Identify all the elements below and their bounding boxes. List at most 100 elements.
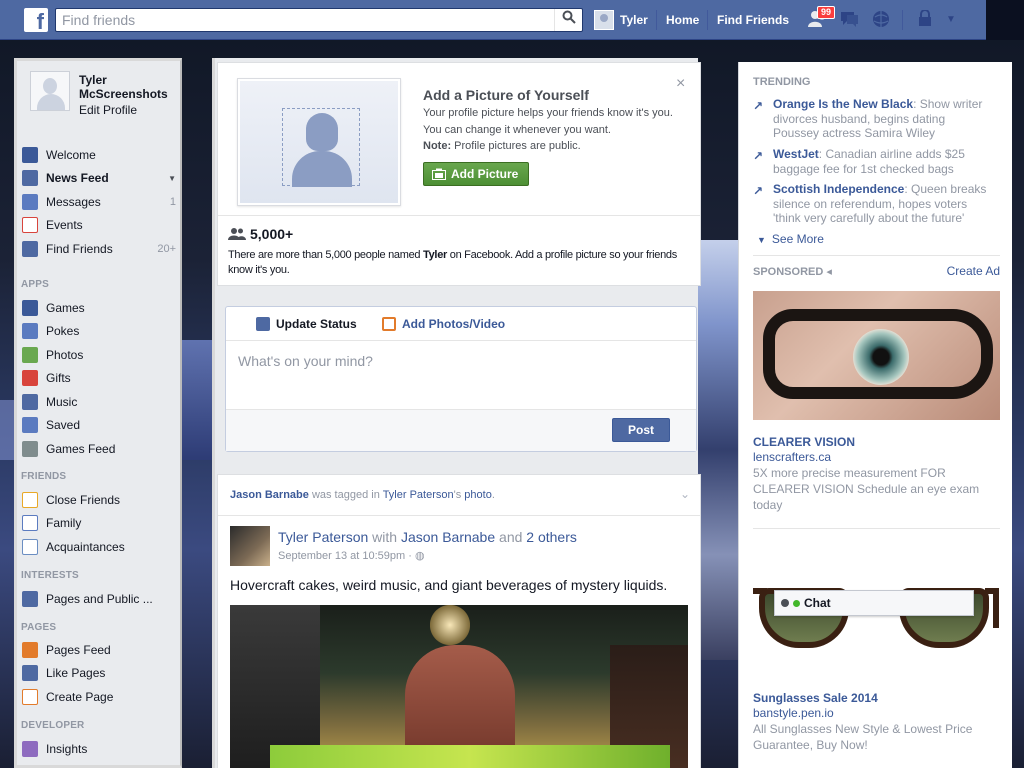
messages-icon — [22, 193, 38, 210]
sidebar-item-games[interactable]: Games — [22, 296, 182, 320]
sidebar-item-label: Find Friends — [46, 241, 113, 256]
sponsored-heading: SPONSORED ◂ — [753, 265, 832, 278]
nav-divider — [656, 10, 657, 30]
sidebar-item-label: Games Feed — [46, 441, 116, 456]
sidebar-item-label: Like Pages — [46, 666, 106, 681]
sidebar-item-welcome[interactable]: Welcome — [22, 143, 182, 167]
sidebar-item-saved[interactable]: Saved — [22, 414, 182, 438]
placeholder-background — [240, 81, 398, 203]
tagged-friend-link[interactable]: Jason Barnabe — [401, 529, 495, 545]
sidebar-item-label: Welcome — [46, 147, 96, 162]
trending-topic[interactable]: WestJet — [773, 147, 819, 161]
sidebar-item-photos[interactable]: Photos — [22, 343, 182, 367]
privacy-shortcuts-icon[interactable] — [914, 9, 936, 30]
see-more-link[interactable]: ▼ See More — [753, 232, 824, 246]
sidebar-item-create-page[interactable]: Create Page — [22, 685, 182, 709]
trending-item[interactable]: ↗ Orange Is the New Black: Show writer d… — [753, 97, 993, 141]
notifications-icon[interactable] — [870, 10, 892, 30]
sidebar-item-messages[interactable]: Messages 1 — [22, 190, 182, 214]
ad-image-eyeglasses[interactable] — [753, 291, 1000, 420]
ad-title[interactable]: Sunglasses Sale 2014 — [753, 691, 878, 705]
sidebar-item-close-friends[interactable]: Close Friends — [22, 488, 182, 512]
add-profile-picture-card: Add a Picture of Yourself Your profile p… — [217, 62, 701, 286]
sidebar-item-events[interactable]: Events — [22, 214, 182, 238]
search-button[interactable] — [554, 9, 582, 31]
sidebar-item-like-pages[interactable]: Like Pages — [22, 662, 182, 686]
chevron-down-icon[interactable]: ▼ — [168, 174, 176, 183]
profile-name[interactable]: Tyler McScreenshots — [79, 73, 179, 101]
messages-icon[interactable] — [838, 10, 860, 30]
interests-heading: INTERESTS — [21, 570, 79, 581]
actor-link[interactable]: Jason Barnabe — [230, 489, 309, 501]
trending-arrow-icon: ↗ — [753, 149, 764, 163]
post-header-text: and — [499, 529, 523, 545]
composer-footer: Post — [226, 409, 696, 451]
sidebar-item-music[interactable]: Music — [22, 390, 182, 414]
find-friends-icon — [22, 240, 38, 257]
close-icon[interactable]: × — [676, 75, 685, 93]
trending-arrow-icon: ↗ — [753, 99, 764, 113]
developer-heading: DEVELOPER — [21, 720, 85, 731]
globe-privacy-icon[interactable]: ◍ — [415, 550, 425, 562]
search-input[interactable] — [56, 9, 546, 31]
status-composer: Update Status Add Photos/Video What's on… — [225, 306, 697, 452]
post-photo[interactable] — [230, 605, 688, 768]
ad-url[interactable]: lenscrafters.ca — [753, 450, 831, 464]
trending-item[interactable]: ↗ Scottish Independence: Queen breaks si… — [753, 182, 993, 226]
sidebar-item-label: Music — [46, 394, 78, 409]
developer-list: Insights — [22, 737, 182, 761]
add-picture-button[interactable]: Add Picture — [423, 162, 530, 186]
sidebar-item-pokes[interactable]: Pokes — [22, 320, 182, 344]
sidebar-item-pages-and-public-figures[interactable]: Pages and Public ... — [22, 587, 182, 611]
interests-list: Pages and Public ... — [22, 587, 182, 611]
avatar[interactable] — [230, 526, 270, 566]
people-icon — [228, 228, 246, 240]
avatar[interactable] — [30, 71, 70, 111]
nav-divider — [902, 10, 903, 30]
chevron-down-icon: ▼ — [757, 235, 766, 245]
status-input[interactable]: What's on your mind? — [238, 353, 373, 369]
news-feed-column: Add a Picture of Yourself Your profile p… — [212, 58, 701, 768]
trending-topic[interactable]: Orange Is the New Black — [773, 97, 913, 111]
sidebar-item-gifts[interactable]: Gifts — [22, 367, 182, 391]
find-friends-link[interactable]: Find Friends — [717, 13, 789, 27]
profile-link[interactable]: Tyler — [594, 10, 648, 30]
author-link[interactable]: Tyler Paterson — [278, 529, 368, 545]
sidebar-item-label: Saved — [46, 418, 81, 433]
photo-link[interactable]: photo — [464, 489, 492, 501]
sunglasses-arm — [985, 588, 999, 628]
home-link[interactable]: Home — [666, 13, 699, 27]
profile-picture-placeholder[interactable] — [237, 78, 401, 206]
sidebar-item-games-feed[interactable]: Games Feed — [22, 437, 182, 461]
trending-item[interactable]: ↗ WestJet: Canadian airline adds $25 bag… — [753, 147, 993, 176]
sidebar-item-label: Family — [46, 516, 82, 531]
search-icon — [562, 10, 576, 24]
divider — [218, 515, 700, 516]
ad-url[interactable]: banstyle.pen.io — [753, 706, 834, 720]
sidebar-profile[interactable]: Tyler McScreenshots Edit Profile — [30, 71, 180, 131]
story-options-chevron-icon[interactable]: ⌄ — [680, 487, 690, 501]
facebook-logo-icon[interactable]: f — [24, 8, 48, 32]
tab-add-photos-video[interactable]: Add Photos/Video — [382, 317, 505, 331]
sidebar-item-acquaintances[interactable]: Acquaintances — [22, 535, 182, 559]
chat-bar[interactable]: Chat — [774, 590, 974, 616]
edit-profile-link[interactable]: Edit Profile — [79, 103, 137, 117]
apps-heading: APPS — [21, 279, 50, 290]
sidebar-item-pages-feed[interactable]: Pages Feed — [22, 638, 182, 662]
tab-update-status[interactable]: Update Status — [256, 317, 357, 331]
others-link[interactable]: 2 others — [526, 529, 577, 545]
post-button[interactable]: Post — [612, 418, 670, 442]
trending-topic[interactable]: Scottish Independence — [773, 182, 904, 196]
create-ad-link[interactable]: Create Ad — [947, 264, 1000, 278]
timestamp[interactable]: September 13 at 10:59pm — [278, 550, 405, 562]
saved-bookmark-icon — [22, 417, 38, 434]
owner-link[interactable]: Tyler Paterson — [383, 489, 454, 501]
sidebar-item-insights[interactable]: Insights — [22, 737, 182, 761]
sidebar-item-family[interactable]: Family — [22, 512, 182, 536]
ad-title[interactable]: CLEARER VISION — [753, 435, 855, 449]
post-text: Hovercraft cakes, weird music, and giant… — [230, 577, 668, 593]
sidebar-item-find-friends[interactable]: Find Friends 20+ — [22, 237, 182, 261]
facebook-icon — [22, 146, 38, 163]
account-menu-chevron-icon[interactable]: ▼ — [940, 10, 962, 30]
sidebar-item-news-feed[interactable]: News Feed ▼ — [22, 167, 182, 191]
